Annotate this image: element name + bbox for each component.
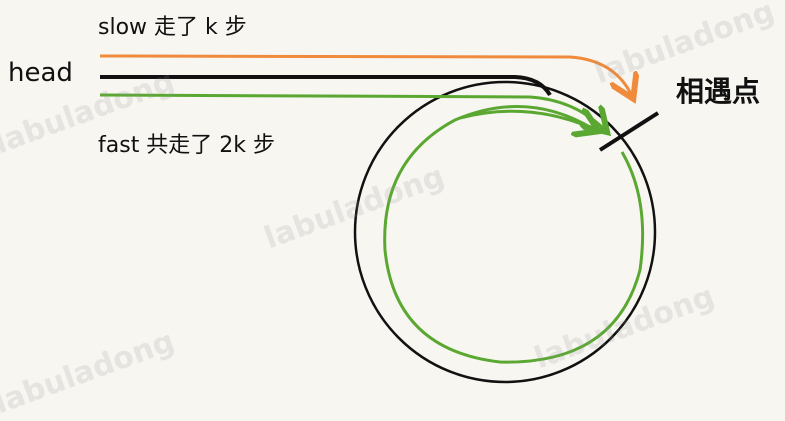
list-cycle-circle — [353, 80, 657, 384]
list-straight-path — [100, 75, 552, 97]
slow-pointer-label: slow 走了 k 步 — [98, 15, 247, 40]
fast-pointer-label: fast 共走了 2k 步 — [98, 133, 276, 158]
head-label: head — [8, 58, 73, 88]
diagram-canvas: labuladong labuladong labuladong labulad… — [0, 0, 785, 421]
meeting-point-marker — [598, 111, 660, 152]
meeting-point-label: 相遇点 — [676, 75, 761, 108]
linked-list-cycle-diagram — [99, 54, 660, 384]
fast-pointer-path-loop — [383, 105, 645, 364]
fast-pointer-loop-arrow — [459, 111, 596, 130]
